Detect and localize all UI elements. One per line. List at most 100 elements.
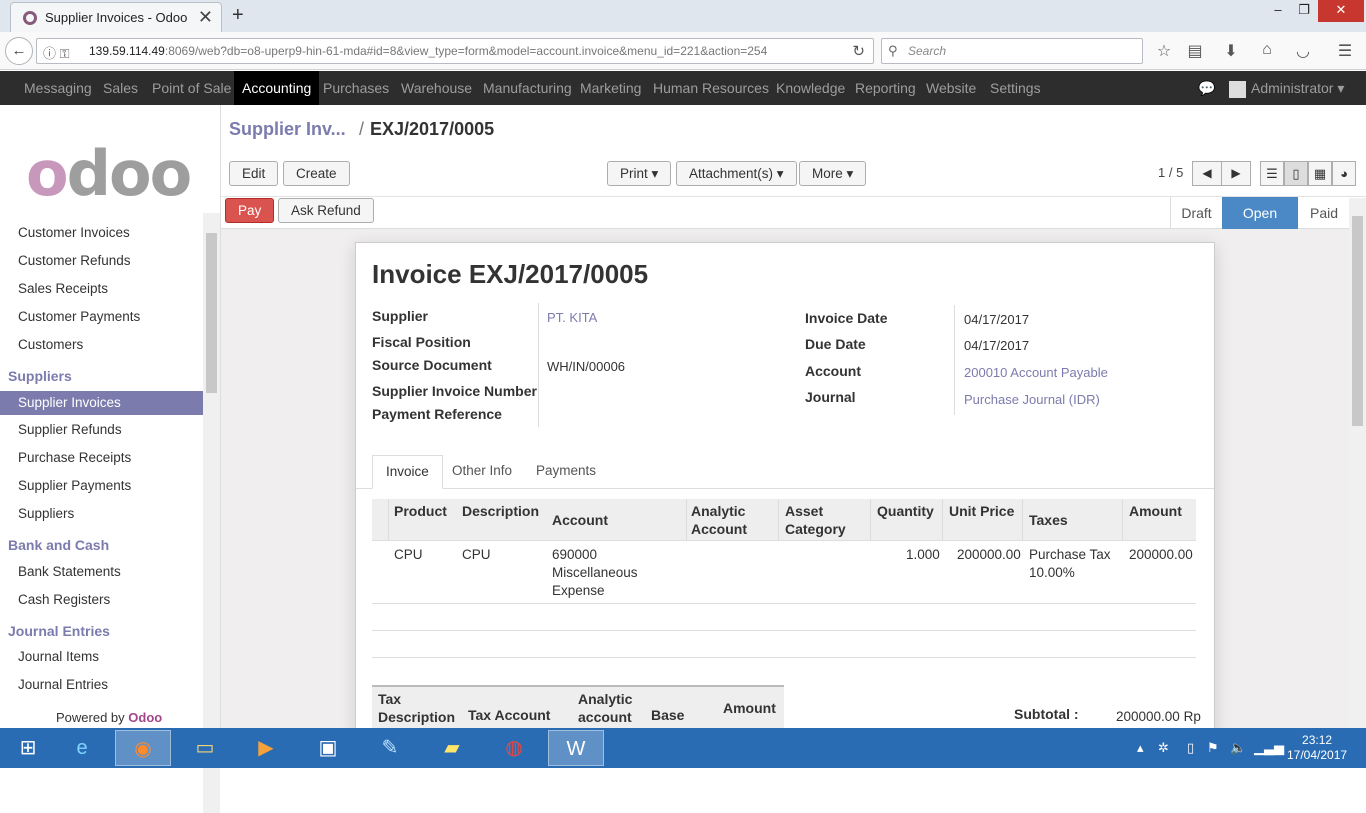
close-tab-icon[interactable]: ✕ — [198, 7, 213, 28]
pay-button[interactable]: Pay — [225, 198, 275, 223]
col-unit-price[interactable]: Unit Price — [949, 502, 1014, 520]
user-menu[interactable]: Administrator ▾ — [1229, 71, 1344, 105]
menu-reporting[interactable]: Reporting — [847, 71, 924, 105]
ask-refund-button[interactable]: Ask Refund — [278, 198, 374, 223]
back-icon[interactable]: ← — [5, 37, 33, 65]
search-bar[interactable]: ⚲ Search — [881, 38, 1143, 64]
sidebar-item-cash-registers[interactable]: Cash Registers — [0, 588, 203, 612]
form-scrollbar[interactable] — [1349, 198, 1366, 728]
journal-value[interactable]: Purchase Journal (IDR) — [964, 392, 1100, 407]
sidebar-item-sales-receipts[interactable]: Sales Receipts — [0, 277, 203, 301]
menu-sales[interactable]: Sales — [95, 71, 146, 105]
chrome-icon[interactable]: ◍ — [486, 730, 542, 766]
taskbar-clock[interactable]: 23:12 17/04/2017 — [1287, 733, 1347, 763]
firefox-icon[interactable]: ◉ — [115, 730, 171, 766]
col-tax-account[interactable]: Tax Account — [468, 706, 550, 724]
col-analytic-account[interactable]: Analytic Account — [691, 502, 747, 538]
col-asset-category[interactable]: Asset Category — [785, 502, 846, 538]
sidebar-item-journal-entries[interactable]: Journal Entries — [0, 673, 203, 697]
pocket-icon[interactable]: ◡ — [1292, 41, 1314, 61]
sidebar-item-purchase-receipts[interactable]: Purchase Receipts — [0, 446, 203, 470]
breadcrumb-parent[interactable]: Supplier Inv... — [229, 119, 346, 140]
chat-icon[interactable]: 💬 — [1198, 71, 1215, 105]
new-tab-icon[interactable]: + — [232, 4, 244, 27]
pager-next-icon[interactable]: ▶ — [1221, 161, 1251, 186]
windows-start-icon[interactable]: ⊞ — [0, 730, 56, 766]
list-view-icon[interactable]: ☰ — [1260, 161, 1284, 186]
col-description[interactable]: Description — [462, 502, 539, 520]
volume-icon[interactable]: 🔈 — [1230, 740, 1246, 756]
bookmark-star-icon[interactable]: ☆ — [1153, 41, 1175, 61]
sidebar-item-suppliers[interactable]: Suppliers — [0, 502, 203, 526]
calendar-view-icon[interactable]: ▦ — [1308, 161, 1332, 186]
tray-expand-icon[interactable]: ▴ — [1137, 740, 1144, 756]
menu-marketing[interactable]: Marketing — [572, 71, 649, 105]
menu-knowledge[interactable]: Knowledge — [768, 71, 853, 105]
pager-previous-icon[interactable]: ◀ — [1192, 161, 1222, 186]
col-tax-amount[interactable]: Amount — [723, 699, 776, 717]
col-amount[interactable]: Amount — [1129, 502, 1182, 520]
url-bar[interactable]: ⓘ ⚿ 139.59.114.49:8069/web?db=o8-uperp9-… — [36, 38, 874, 64]
network-signal-icon[interactable]: ▁▃▅ — [1254, 740, 1284, 756]
sidebar-item-supplier-payments[interactable]: Supplier Payments — [0, 474, 203, 498]
col-tax-base[interactable]: Base — [651, 706, 684, 724]
site-info-icon[interactable]: ⓘ ⚿ — [43, 43, 70, 62]
url-text[interactable]: 139.59.114.49:8069/web?db=o8-uperp9-hin-… — [89, 44, 767, 58]
sidebar-item-bank-statements[interactable]: Bank Statements — [0, 560, 203, 584]
internet-explorer-icon[interactable]: e — [54, 730, 110, 766]
form-view-icon[interactable]: ▯ — [1284, 161, 1308, 186]
tab-invoice[interactable]: Invoice — [372, 455, 443, 489]
menu-website[interactable]: Website — [918, 71, 984, 105]
sidebar-scroll-thumb[interactable] — [206, 233, 217, 393]
col-tax-description[interactable]: Tax Description — [378, 690, 455, 726]
home-icon[interactable]: ⌂ — [1256, 41, 1278, 59]
edit-button[interactable]: Edit — [229, 161, 279, 186]
status-open[interactable]: Open — [1222, 197, 1298, 229]
col-tax-analytic-account[interactable]: Analytic account — [578, 690, 632, 726]
form-scroll-thumb[interactable] — [1352, 216, 1363, 426]
menu-human-resources[interactable]: Human Resources — [645, 71, 777, 105]
print-button[interactable]: Print ▾ — [607, 161, 672, 186]
battery-icon[interactable]: ▯ — [1187, 740, 1194, 756]
status-paid[interactable]: Paid — [1298, 197, 1350, 229]
more-button[interactable]: More ▾ — [799, 161, 867, 186]
sidebar-item-supplier-invoices[interactable]: Supplier Invoices — [0, 391, 203, 415]
sidebar-scrollbar[interactable] — [203, 213, 220, 813]
download-icon[interactable]: ⬇ — [1220, 41, 1242, 61]
media-player-classic-icon[interactable]: ▣ — [300, 730, 356, 766]
reading-list-icon[interactable]: ▤ — [1184, 41, 1206, 61]
sidebar-item-journal-items[interactable]: Journal Items — [0, 645, 203, 669]
sidebar-item-customer-refunds[interactable]: Customer Refunds — [0, 249, 203, 273]
tray-app-icon[interactable]: ✲ — [1158, 740, 1169, 756]
supplier-value[interactable]: PT. KITA — [547, 310, 597, 325]
menu-purchases[interactable]: Purchases — [315, 71, 397, 105]
account-value[interactable]: 200010 Account Payable — [964, 365, 1108, 380]
minimize-icon[interactable]: – — [1264, 0, 1292, 22]
browser-tab[interactable]: Supplier Invoices - Odoo ✕ — [10, 2, 222, 32]
tab-payments[interactable]: Payments — [523, 455, 609, 489]
sticky-notes-icon[interactable]: ▰ — [424, 730, 480, 766]
col-taxes[interactable]: Taxes — [1029, 511, 1068, 529]
maximize-icon[interactable]: ❐ — [1290, 0, 1318, 22]
col-product[interactable]: Product — [394, 502, 447, 520]
notepad-icon[interactable]: ✎ — [362, 730, 418, 766]
sidebar-item-customer-payments[interactable]: Customer Payments — [0, 305, 203, 329]
graph-view-icon[interactable]: ◕ — [1332, 161, 1356, 186]
odoo-logo[interactable]: odoo — [26, 137, 192, 210]
status-draft[interactable]: Draft — [1170, 197, 1222, 229]
menu-messaging[interactable]: Messaging — [16, 71, 100, 105]
file-explorer-icon[interactable]: ▭ — [177, 730, 233, 766]
sidebar-item-customer-invoices[interactable]: Customer Invoices — [0, 221, 203, 245]
reload-icon[interactable]: ↻ — [852, 42, 865, 60]
col-quantity[interactable]: Quantity — [877, 502, 934, 520]
menu-warehouse[interactable]: Warehouse — [393, 71, 480, 105]
window-close-icon[interactable]: ✕ — [1318, 0, 1364, 22]
sidebar-item-customers[interactable]: Customers — [0, 333, 203, 357]
col-account[interactable]: Account — [552, 511, 608, 529]
hamburger-menu-icon[interactable]: ☰ — [1334, 41, 1356, 61]
media-player-icon[interactable]: ▶ — [238, 730, 294, 766]
menu-point-of-sale[interactable]: Point of Sale — [144, 71, 239, 105]
action-center-flag-icon[interactable]: ⚑ — [1207, 740, 1219, 756]
word-icon[interactable]: W — [548, 730, 604, 766]
tab-other-info[interactable]: Other Info — [439, 455, 525, 489]
